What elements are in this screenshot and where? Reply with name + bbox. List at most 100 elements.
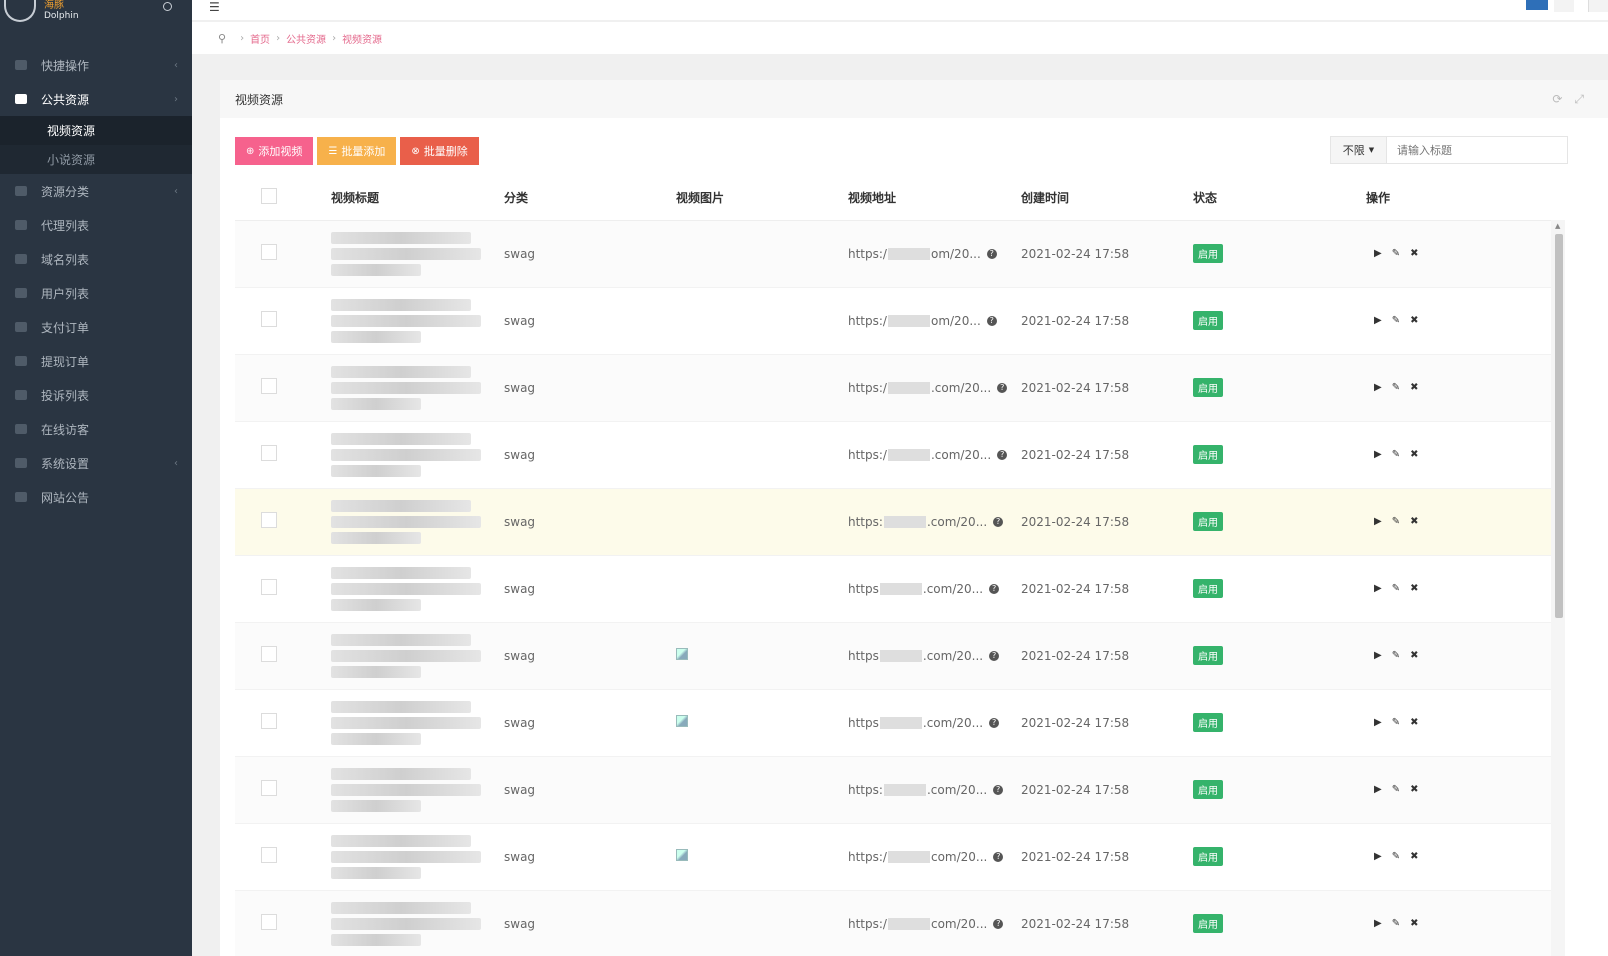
edit-icon[interactable]: ✎ — [1392, 583, 1400, 594]
search-input[interactable] — [1387, 137, 1567, 163]
table-row[interactable]: swag https .com/20...? 2021-02-24 17:58 启用 ▶ ✎… — [235, 689, 1551, 757]
sidebar-item-2[interactable]: 资源分类 ‹ — [0, 174, 192, 208]
sidebar-item-5[interactable]: 用户列表 — [0, 276, 192, 310]
status-badge[interactable]: 启用 — [1193, 445, 1223, 464]
edit-icon[interactable]: ✎ — [1392, 851, 1400, 862]
delete-icon[interactable]: ✖ — [1410, 784, 1418, 795]
row-checkbox[interactable] — [261, 579, 277, 595]
status-badge[interactable]: 启用 — [1193, 378, 1223, 397]
breadcrumb-home[interactable]: 首页 — [250, 31, 270, 46]
sidebar-item-3[interactable]: 代理列表 — [0, 208, 192, 242]
table-row[interactable]: swag https:/ om/20...? 2021-02-24 17:58 启用 ▶ ✎… — [235, 287, 1551, 355]
sidebar-item-7[interactable]: 提现订单 — [0, 344, 192, 378]
edit-icon[interactable]: ✎ — [1392, 248, 1400, 259]
delete-icon[interactable]: ✖ — [1410, 516, 1418, 527]
sidebar-item-8[interactable]: 投诉列表 — [0, 378, 192, 412]
row-checkbox[interactable] — [261, 847, 277, 863]
fullscreen-icon[interactable]: ⤢ — [1574, 92, 1584, 107]
scrollbar-thumb[interactable] — [1555, 234, 1563, 618]
edit-icon[interactable]: ✎ — [1392, 650, 1400, 661]
submenu-item-1[interactable]: 小说资源 — [0, 145, 192, 174]
hamburger-menu-icon[interactable]: ☰ — [209, 0, 220, 14]
header-category[interactable]: 分类 — [496, 176, 668, 221]
question-icon[interactable]: ? — [986, 316, 997, 326]
delete-icon[interactable]: ✖ — [1410, 717, 1418, 728]
status-badge[interactable]: 启用 — [1193, 579, 1223, 598]
play-icon[interactable]: ▶ — [1374, 583, 1382, 594]
status-badge[interactable]: 启用 — [1193, 847, 1223, 866]
status-badge[interactable]: 启用 — [1193, 914, 1223, 933]
edit-icon[interactable]: ✎ — [1392, 315, 1400, 326]
topbar-button-right[interactable] — [1588, 0, 1608, 12]
sidebar-item-6[interactable]: 支付订单 — [0, 310, 192, 344]
row-checkbox[interactable] — [261, 780, 277, 796]
play-icon[interactable]: ▶ — [1374, 449, 1382, 460]
table-row[interactable]: swag https:/ .com/20...? 2021-02-24 17:58 启用… — [235, 421, 1551, 489]
row-checkbox[interactable] — [261, 512, 277, 528]
question-icon[interactable]: ? — [993, 785, 1004, 795]
row-checkbox[interactable] — [261, 378, 277, 394]
delete-icon[interactable]: ✖ — [1410, 918, 1418, 929]
batch-delete-button[interactable]: ⊗ 批量删除 — [400, 137, 479, 165]
play-icon[interactable]: ▶ — [1374, 248, 1382, 259]
select-all-checkbox[interactable] — [261, 188, 277, 205]
row-checkbox[interactable] — [261, 646, 277, 662]
table-scrollbar[interactable]: ▲ — [1551, 220, 1565, 956]
refresh-icon[interactable]: ⟳ — [1552, 92, 1562, 107]
delete-icon[interactable]: ✖ — [1410, 583, 1418, 594]
row-checkbox[interactable] — [261, 914, 277, 930]
delete-icon[interactable]: ✖ — [1410, 248, 1418, 259]
play-icon[interactable]: ▶ — [1374, 650, 1382, 661]
play-icon[interactable]: ▶ — [1374, 851, 1382, 862]
edit-icon[interactable]: ✎ — [1392, 784, 1400, 795]
table-row[interactable]: swag https:/ om/20...? 2021-02-24 17:58 启用 ▶ ✎… — [235, 220, 1551, 288]
delete-icon[interactable]: ✖ — [1410, 650, 1418, 661]
table-row[interactable]: swag https: .com/20...? 2021-02-24 17:58 启用 ▶… — [235, 756, 1551, 824]
question-icon[interactable]: ? — [986, 249, 997, 259]
row-checkbox[interactable] — [261, 445, 277, 461]
header-title[interactable]: 视频标题 — [323, 176, 496, 221]
delete-icon[interactable]: ✖ — [1410, 851, 1418, 862]
edit-icon[interactable]: ✎ — [1392, 918, 1400, 929]
sidebar-item-10[interactable]: 系统设置 ‹ — [0, 446, 192, 480]
avatar[interactable] — [1526, 0, 1548, 10]
status-badge[interactable]: 启用 — [1193, 646, 1223, 665]
question-icon[interactable]: ? — [989, 584, 1000, 594]
add-video-button[interactable]: ⊕ 添加视频 — [235, 137, 314, 165]
play-icon[interactable]: ▶ — [1374, 918, 1382, 929]
table-row[interactable]: swag https .com/20...? 2021-02-24 17:58 启用 ▶ ✎… — [235, 622, 1551, 690]
header-status[interactable]: 状态 — [1185, 176, 1358, 221]
topbar-button[interactable] — [1554, 0, 1574, 12]
play-icon[interactable]: ▶ — [1374, 717, 1382, 728]
play-icon[interactable]: ▶ — [1374, 516, 1382, 527]
edit-icon[interactable]: ✎ — [1392, 717, 1400, 728]
status-badge[interactable]: 启用 — [1193, 780, 1223, 799]
status-badge[interactable]: 启用 — [1193, 713, 1223, 732]
sidebar-item-4[interactable]: 域名列表 — [0, 242, 192, 276]
table-row[interactable]: swag https .com/20...? 2021-02-24 17:58 启用 ▶ ✎… — [235, 555, 1551, 623]
power-icon[interactable] — [163, 2, 172, 11]
delete-icon[interactable]: ✖ — [1410, 449, 1418, 460]
sidebar-item-11[interactable]: 网站公告 — [0, 480, 192, 514]
status-badge[interactable]: 启用 — [1193, 512, 1223, 531]
table-row[interactable]: swag https: .com/20...? 2021-02-24 17:58 启用 ▶… — [235, 488, 1551, 556]
question-icon[interactable]: ? — [997, 383, 1008, 393]
delete-icon[interactable]: ✖ — [1410, 315, 1418, 326]
edit-icon[interactable]: ✎ — [1392, 382, 1400, 393]
question-icon[interactable]: ? — [993, 919, 1004, 929]
broken-image-icon[interactable] — [676, 849, 688, 861]
status-badge[interactable]: 启用 — [1193, 311, 1223, 330]
play-icon[interactable]: ▶ — [1374, 315, 1382, 326]
row-checkbox[interactable] — [261, 713, 277, 729]
status-badge[interactable]: 启用 — [1193, 244, 1223, 263]
batch-add-button[interactable]: ☰ 批量添加 — [317, 137, 397, 165]
row-checkbox[interactable] — [261, 311, 277, 327]
edit-icon[interactable]: ✎ — [1392, 449, 1400, 460]
header-created[interactable]: 创建时间 — [1013, 176, 1185, 221]
sidebar-item-0[interactable]: 快捷操作 ‹ — [0, 48, 192, 82]
table-row[interactable]: swag https:/ .com/20...? 2021-02-24 17:58 启用… — [235, 354, 1551, 422]
header-url[interactable]: 视频地址 — [840, 176, 1013, 221]
question-icon[interactable]: ? — [989, 651, 1000, 661]
header-image[interactable]: 视频图片 — [668, 176, 840, 221]
table-row[interactable]: swag https:/ com/20...? 2021-02-24 17:58 启用 ▶… — [235, 890, 1551, 956]
